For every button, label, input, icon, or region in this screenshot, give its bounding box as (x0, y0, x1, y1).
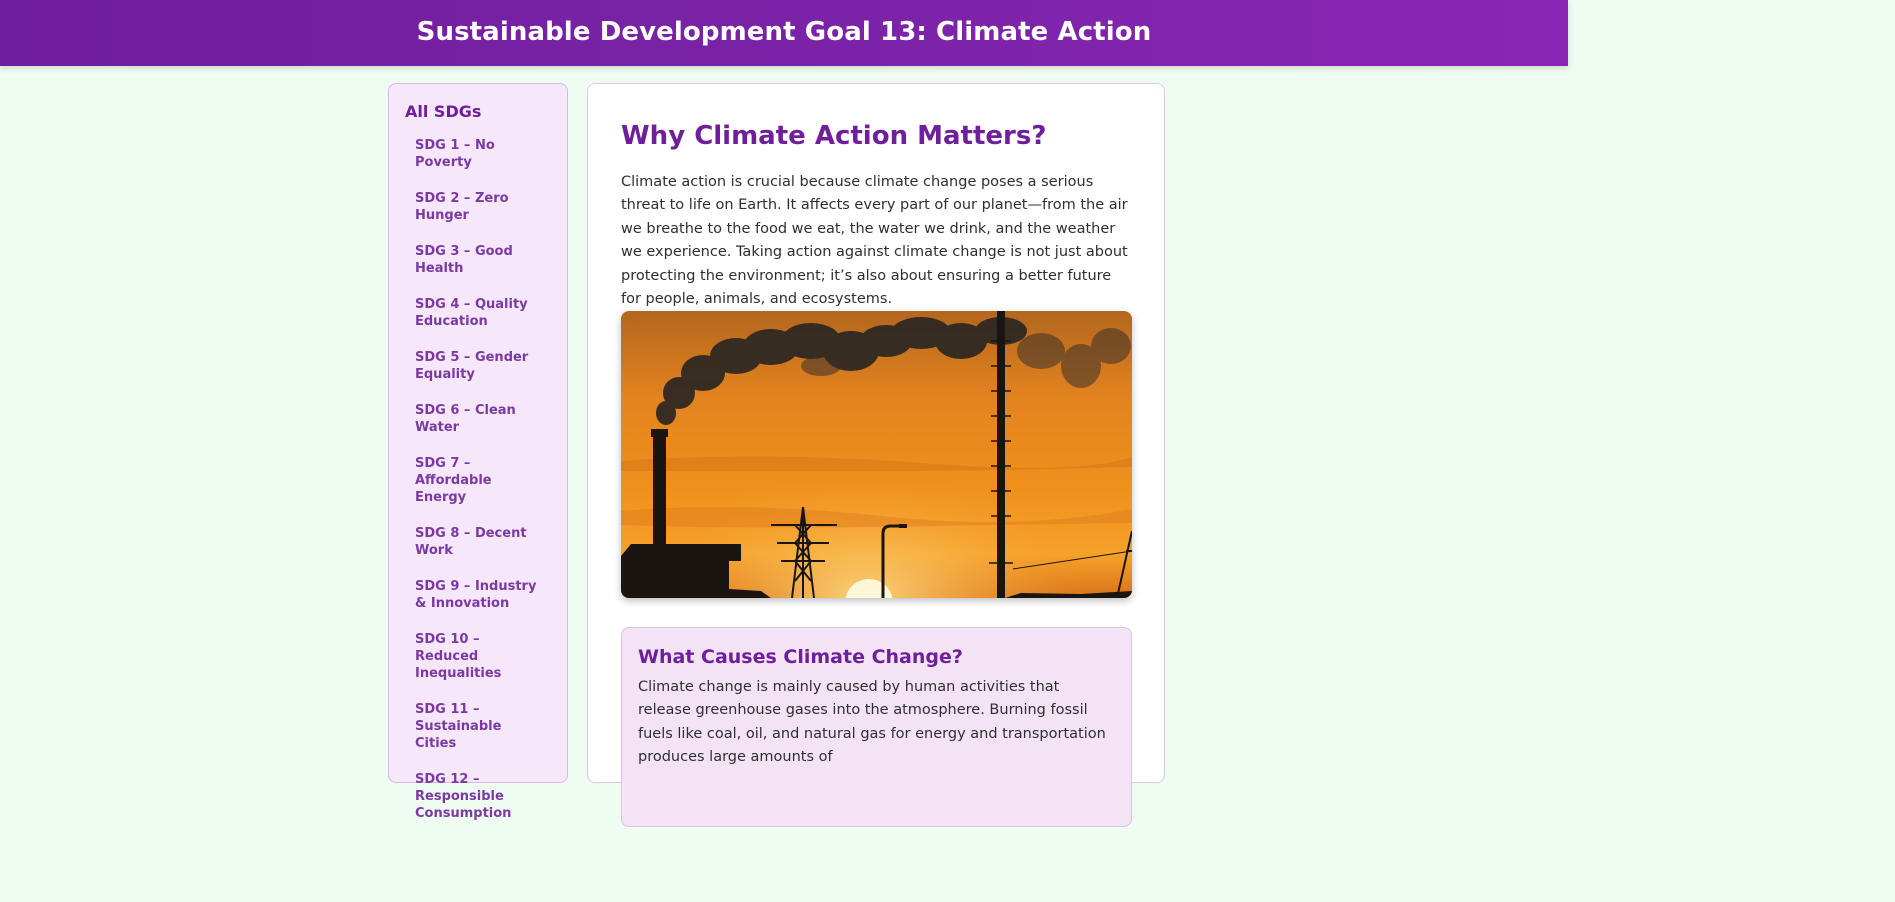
site-header: Sustainable Development Goal 13: Climate… (0, 0, 1568, 66)
sidebar-item-sdg-2[interactable]: SDG 2 – Zero Hunger (405, 183, 551, 231)
sidebar-item-sdg-5[interactable]: SDG 5 – Gender Equality (405, 342, 551, 390)
section-title: Why Climate Action Matters? (621, 121, 1047, 151)
sidebar-item-sdg-6[interactable]: SDG 6 – Clean Water (405, 395, 551, 443)
factory-sunset-image (621, 311, 1132, 598)
sidebar-item-sdg-3[interactable]: SDG 3 – Good Health (405, 236, 551, 284)
causes-paragraph: Climate change is mainly caused by human… (638, 679, 1106, 766)
main-content: Why Climate Action Matters? Climate acti… (587, 83, 1165, 827)
causes-card: What Causes Climate Change? Climate chan… (621, 627, 1132, 827)
sidebar-item-sdg-8[interactable]: SDG 8 – Decent Work (405, 518, 551, 566)
sdg-list: SDG 1 – No Poverty SDG 2 – Zero Hunger S… (405, 130, 551, 829)
sidebar-item-sdg-4[interactable]: SDG 4 – Quality Education (405, 289, 551, 337)
intro-paragraph: Climate action is crucial because climat… (621, 174, 1128, 308)
sidebar-item-sdg-12[interactable]: SDG 12 – Responsible Consumption (405, 764, 551, 829)
sdg-sidebar: All SDGs SDG 1 – No Poverty SDG 2 – Zero… (388, 83, 568, 821)
sidebar-item-sdg-9[interactable]: SDG 9 – Industry & Innovation (405, 571, 551, 619)
sidebar-item-sdg-1[interactable]: SDG 1 – No Poverty (405, 130, 551, 178)
page-title: Sustainable Development Goal 13: Climate… (416, 17, 1152, 47)
sidebar-item-sdg-11[interactable]: SDG 11 – Sustainable Cities (405, 694, 551, 759)
sidebar-item-sdg-7[interactable]: SDG 7 – Affordable Energy (405, 448, 551, 513)
sidebar-heading: All SDGs (405, 102, 482, 121)
causes-heading: What Causes Climate Change? (638, 646, 963, 668)
sidebar-item-sdg-10[interactable]: SDG 10 – Reduced Inequalities (405, 624, 551, 689)
